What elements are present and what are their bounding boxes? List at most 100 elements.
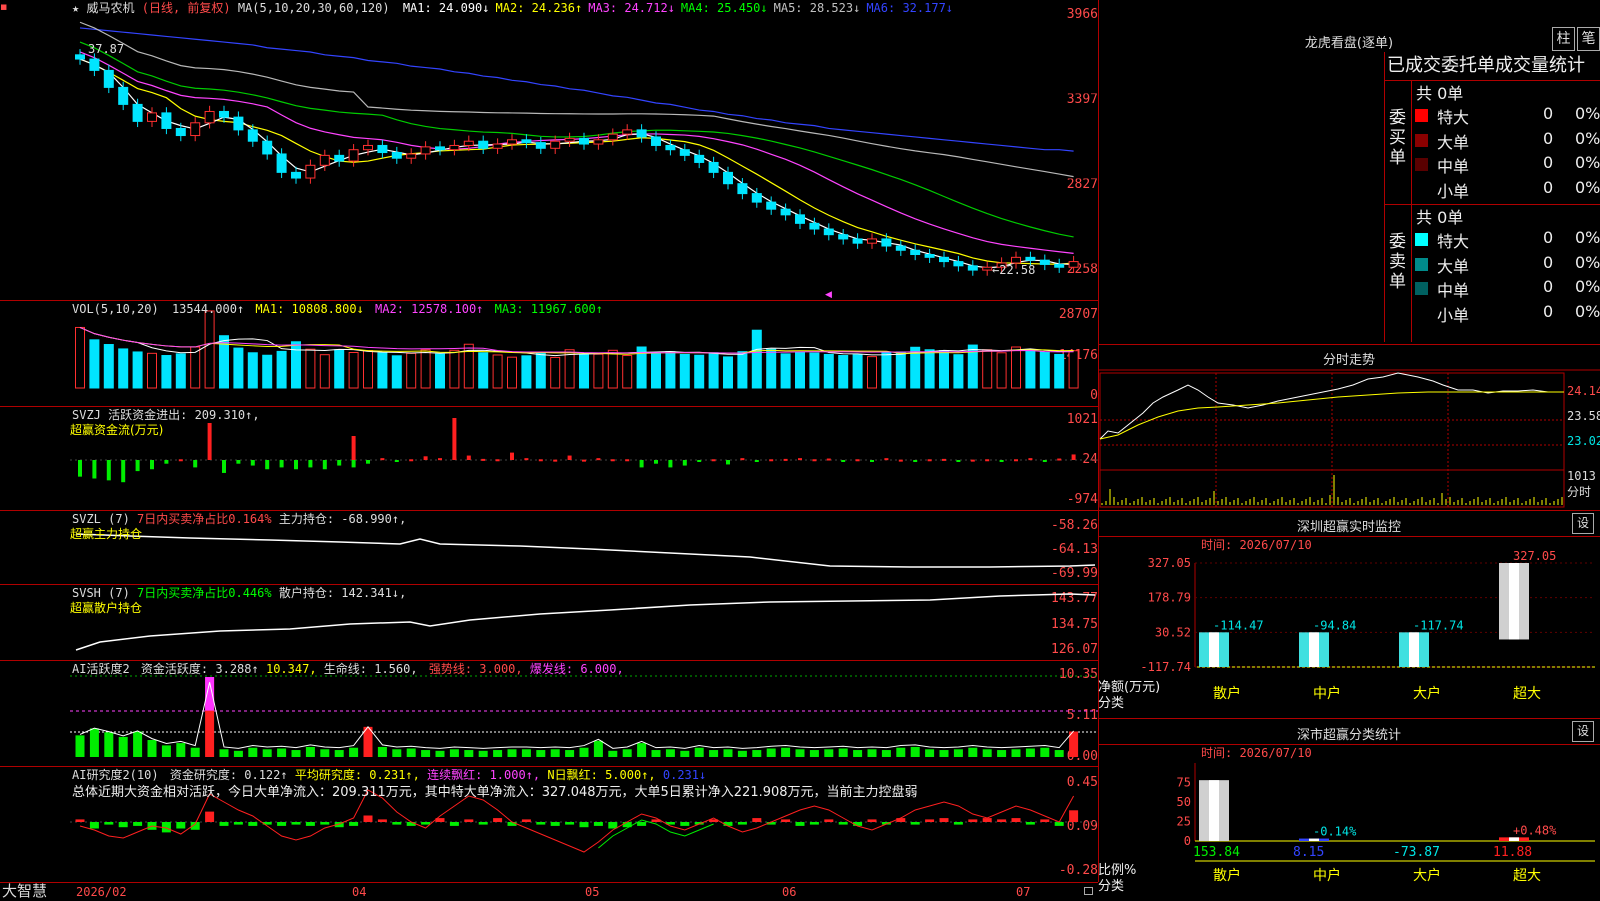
volume-bar xyxy=(478,352,489,389)
volume-bar xyxy=(838,355,849,389)
research-bar xyxy=(521,819,531,822)
ai-activity-panel[interactable]: 10.35 5.11 0.00 AI活跃度2 资金活跃度: 3.288↑ 10.… xyxy=(0,660,1098,767)
svzj-bar xyxy=(510,452,514,460)
activity-bar xyxy=(507,749,517,757)
volume-bar xyxy=(305,348,316,389)
value-label: -73.87 xyxy=(1393,845,1440,860)
order-count: 0 xyxy=(1543,301,1554,321)
candle-body xyxy=(982,266,993,271)
candle-body xyxy=(852,238,863,244)
volume-panel[interactable]: 28707 14176 0 VOL(5,10,20) 13544.000↑ MA… xyxy=(0,300,1098,407)
research-bar xyxy=(478,822,488,825)
intraday-panel[interactable]: 分时走势 24.14 23.58 23.02 1013 分时 xyxy=(1098,345,1600,511)
ai-research-panel[interactable]: 0.45 0.09 -0.28 AI研究度2(10) 资金研究度: 0.122↑… xyxy=(0,766,1098,882)
research-bar xyxy=(449,822,459,826)
dragon-row-sell-2: 大单 0 0% xyxy=(1385,253,1600,277)
order-count: 0 xyxy=(1543,153,1554,172)
dragon-row-sell-4: 小单 0 0% xyxy=(1385,302,1600,326)
volume-bar xyxy=(492,354,503,389)
svzj-bar xyxy=(423,456,428,460)
svzj-bar xyxy=(654,460,658,464)
volume-bar xyxy=(507,356,517,389)
ai-research-canvas xyxy=(70,789,1098,853)
activity-bar xyxy=(305,746,315,757)
activity-bar xyxy=(133,731,143,757)
svsh-panel[interactable]: 143.77 134.75 126.07 SVSH (7) 7日内买卖净占比0.… xyxy=(0,584,1098,661)
volume-bar xyxy=(651,352,661,389)
ma-value-1: MA1: 24.090↓ xyxy=(402,1,490,15)
activity-bar xyxy=(349,747,359,757)
value-label: 153.84 xyxy=(1193,845,1240,860)
candle-body xyxy=(161,112,172,129)
tab-bars[interactable]: 柱 xyxy=(1552,27,1575,51)
candle-body xyxy=(766,201,777,210)
activity-bar xyxy=(248,747,258,757)
candle-body xyxy=(651,136,661,146)
price-panel[interactable]: 3966 3397 2827 2258 ▪ ★ 威马农机 (日线, 前复权) M… xyxy=(0,0,1098,301)
ai1-item5: 爆发线: 6.000, xyxy=(529,662,624,676)
research-bar xyxy=(133,822,143,826)
candle-body xyxy=(953,261,964,267)
volume-bar xyxy=(881,351,892,389)
vol-header: VOL(5,10,20) 13544.000↑ MA1: 10808.800↓ … xyxy=(72,302,603,316)
svzj-bar xyxy=(337,460,342,466)
volume-bar xyxy=(406,352,417,389)
svzl-panel[interactable]: -58.26 -64.13 -69.99 SVZL (7) 7日内买卖净占比0.… xyxy=(0,510,1098,585)
research-bar xyxy=(507,822,517,826)
ma-value-6: MA6: 32.177↓ xyxy=(866,1,954,15)
sz-monitor-panel[interactable]: 深圳超赢实时监控 设 时间: 2026/07/10 327.05 178.79 30… xyxy=(1098,511,1600,719)
candle-body xyxy=(579,137,589,145)
candle-body xyxy=(1039,259,1050,265)
candle-body xyxy=(737,183,748,195)
candle-body xyxy=(895,245,906,251)
date-axis: 大智慧 2026/02 04 05 06 07 xyxy=(0,882,1098,901)
research-bar xyxy=(781,819,791,822)
ytick-label: 25 xyxy=(1177,815,1191,829)
research-bar xyxy=(637,822,647,826)
volume-bar xyxy=(1011,346,1021,389)
tab-ticks[interactable]: 笔 xyxy=(1577,27,1600,51)
research-bar xyxy=(104,822,114,825)
candle-body xyxy=(190,122,201,137)
ma-value-2: MA2: 24.236↑ xyxy=(495,1,583,15)
svzj-bar xyxy=(898,459,903,462)
category-label: 散户 xyxy=(1213,685,1241,702)
volume-bar xyxy=(276,350,287,389)
activity-bar xyxy=(89,728,99,757)
vol-ma2: MA2: 12578.100↑ xyxy=(375,302,484,316)
candle-body xyxy=(535,142,546,149)
volume-bar xyxy=(377,352,388,389)
vol-title: VOL(5,10,20) xyxy=(72,302,159,316)
volume-bar xyxy=(996,352,1007,389)
volume-bar xyxy=(953,354,964,389)
price-chart-canvas xyxy=(70,21,1098,276)
main-chart-area[interactable]: 3966 3397 2827 2258 ▪ ★ 威马农机 (日线, 前复权) M… xyxy=(0,0,1099,882)
ai2-item4: N日飘红: 5.000↑, xyxy=(547,768,656,782)
svzj-bar xyxy=(942,458,946,461)
svzj-bar xyxy=(841,460,846,462)
sz-class-panel[interactable]: 深市超赢分类统计 设 时间: 2026/07/10 75 50 25 0 153.84 散… xyxy=(1098,719,1600,900)
svzj-bar xyxy=(769,459,774,462)
svsh-header: SVSH (7) 7日内买卖净占比0.446% 散户持仓: 142.341↓, xyxy=(72,586,406,600)
candle-body xyxy=(132,103,143,122)
volume-bar xyxy=(924,349,935,389)
volume-bar xyxy=(334,349,345,389)
sell-total: 共 0单 xyxy=(1416,208,1464,227)
star-icon[interactable]: ★ xyxy=(72,1,79,15)
volume-bar xyxy=(363,350,373,389)
svzj-bar xyxy=(927,459,932,462)
close-icon[interactable]: ▪ xyxy=(0,0,7,13)
activity-bar xyxy=(1025,748,1035,757)
activity-bar xyxy=(694,747,704,757)
svzj-panel[interactable]: 1021 24 -974 SVZJ 活跃资金进出: 209.310↑, 超赢资金… xyxy=(0,406,1098,511)
candle-body xyxy=(219,110,229,118)
category-label: 中户 xyxy=(1313,867,1341,884)
activity-bar xyxy=(982,749,992,757)
svzj-bar xyxy=(294,460,298,470)
vol-ma3: MA3: 11967.600↑ xyxy=(494,302,604,316)
research-bar xyxy=(305,822,315,826)
lock-icon[interactable] xyxy=(1084,887,1093,895)
activity-bar xyxy=(161,745,171,757)
activity-bar xyxy=(565,750,575,757)
vol-value: 13544.000↑ xyxy=(171,302,245,316)
